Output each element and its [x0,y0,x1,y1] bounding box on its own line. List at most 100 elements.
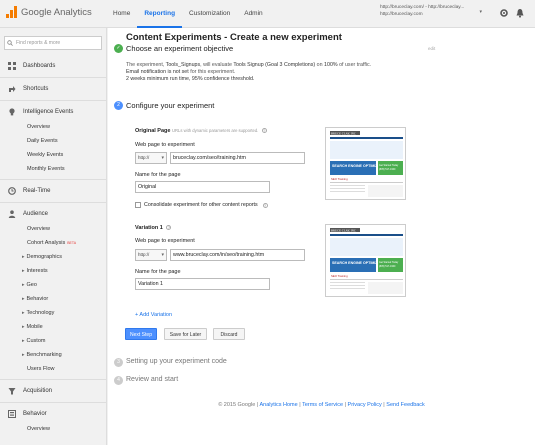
cta-text: Get Started Today [379,261,399,264]
help-icon[interactable]: ? [261,128,267,134]
acquisition-icon [8,388,16,395]
divider [0,202,106,203]
shortcut-arrow-icon [9,86,16,92]
sidebar-item-behavior[interactable]: Behavior [0,406,106,422]
cohort-label: Cohort Analysis [27,240,66,246]
sidebar-subitem-custom[interactable]: Custom [0,334,106,348]
sidebar-item-audience[interactable]: Audience [0,206,106,222]
notification-status: not set [172,69,189,75]
main-content: Content Experiments - Create a new exper… [108,28,535,445]
divider [0,100,106,101]
footer-link-feedback[interactable]: Send Feedback [386,402,425,408]
add-variation-link[interactable]: + Add Variation [135,312,172,318]
footer-link-terms[interactable]: Terms of Service [302,402,343,408]
url-label: Web page to experiment [135,238,195,244]
help-icon[interactable]: ? [166,225,172,231]
discard-button[interactable]: Discard [213,328,245,340]
original-url-input[interactable]: bruceclay.com/seo/training.htm [170,152,305,164]
caption-text: SEO Training [331,274,348,278]
text: 2 weeks minimum run time, 95% confidence… [126,76,255,82]
sidebar-subitem-benchmarking[interactable]: Benchmarking [0,348,106,362]
page-preview-image: BRUCE CLAY, INC SEARCH ENGINE OPTIMIZATI… [326,225,405,296]
variation-name-input[interactable]: Variation 1 [135,278,270,290]
sidebar-subitem-cohort-analysis[interactable]: Cohort Analysis BETA [0,236,106,250]
sidebar-item-intelligence-events[interactable]: Intelligence Events [0,104,106,120]
sidebar-item-real-time[interactable]: Real-Time [0,183,106,199]
sidebar-subitem-monthly-events[interactable]: Monthly Events [0,162,106,176]
objective-summary: The experiment, Tools_Signups, will eval… [126,62,436,83]
text: of user traffic. [339,62,372,68]
sidebar-item-dashboards[interactable]: Dashboards [0,58,106,74]
next-step-button[interactable]: Next Step [125,328,157,340]
sidebar-subitem-overview[interactable]: Overview [0,120,106,134]
protocol-select[interactable]: http:// [135,249,167,261]
sidebar-subitem-technology[interactable]: Technology [0,306,106,320]
behavior-icon [8,410,16,418]
app-name: Google Analytics [21,6,92,18]
objective-line-1: The experiment, Tools_Signups, will eval… [126,62,436,69]
variation-page-thumbnail: BRUCE CLAY, INC SEARCH ENGINE OPTIMIZATI… [325,224,406,297]
bell-icon[interactable] [515,8,525,18]
sidebar-label: Real-Time [23,188,51,194]
person-icon [8,210,16,218]
nav-customization[interactable]: Customization [182,0,237,28]
account-line-1: http://bruceclay.com/ - http://bruceclay… [380,5,465,10]
sidebar-subitem-mobile[interactable]: Mobile [0,320,106,334]
sidebar-label: Shortcuts [23,86,49,92]
protocol-select[interactable]: http:// [135,152,167,164]
experiment-name: Tools_Signups [165,62,201,68]
top-bar: Google Analytics Home Reporting Customiz… [0,0,535,28]
nav-admin[interactable]: Admin [237,0,269,28]
gear-icon[interactable] [499,8,509,18]
variation-url-input[interactable]: www.bruceclay.com/in/seo/training.htm [170,249,305,261]
nav-reporting[interactable]: Reporting [137,0,183,28]
text: Email notification is [126,69,172,75]
divider [0,77,106,78]
page-preview-image: BRUCE CLAY, INC SEARCH ENGINE OPTIMIZATI… [326,128,405,199]
page-title: Content Experiments - Create a new exper… [126,32,342,43]
traffic-percent: 100% [324,62,338,68]
google-analytics-logo[interactable]: Google Analytics [6,6,92,18]
consolidate-checkbox[interactable]: Consolidate experiment for other content… [135,202,268,208]
edit-objective-link[interactable]: edit [428,46,435,51]
sidebar-subitem-geo[interactable]: Geo [0,278,106,292]
text: The experiment, [126,62,165,68]
sidebar-item-shortcuts[interactable]: Shortcuts [0,81,106,97]
original-page-heading: Original Page URLs with dynamic paramete… [135,128,267,134]
lightbulb-icon [9,108,15,116]
step-2-title: Configure your experiment [126,101,215,110]
sidebar-subitem-behavior[interactable]: Behavior [0,292,106,306]
original-name-input[interactable]: Original [135,181,270,193]
phone-text: (805) 517-1900 [379,168,396,171]
sidebar-subitem-overview[interactable]: Overview [0,422,106,436]
text: , will evaluate [200,62,232,68]
sidebar-label: Intelligence Events [23,109,74,115]
search-input[interactable]: Find reports & more [4,36,102,50]
sidebar-subitem-overview[interactable]: Overview [0,222,106,236]
divider [0,402,106,403]
original-page-thumbnail: BRUCE CLAY, INC SEARCH ENGINE OPTIMIZATI… [325,127,406,200]
sidebar-subitem-users-flow[interactable]: Users Flow [0,362,106,376]
nav-home[interactable]: Home [106,0,137,28]
sidebar-subitem-interests[interactable]: Interests [0,264,106,278]
variation-1-heading: Variation 1 ? [135,225,172,231]
step-2-number: 2 [114,101,123,110]
name-label: Name for the page [135,269,181,275]
analytics-logo-icon [6,6,18,18]
help-icon[interactable]: ? [262,202,268,208]
sidebar-subitem-weekly-events[interactable]: Weekly Events [0,148,106,162]
sidebar-subitem-daily-events[interactable]: Daily Events [0,134,106,148]
text: for this experiment. [190,69,236,75]
sidebar-subitem-demographics[interactable]: Demographics [0,250,106,264]
account-selector[interactable]: http://bruceclay.com/ - http://bruceclay… [380,4,490,18]
footer-link-privacy[interactable]: Privacy Policy [348,402,382,408]
sidebar-item-acquisition[interactable]: Acquisition [0,383,106,399]
footer-link-analytics-home[interactable]: Analytics Home [259,402,297,408]
cta-text: Get Started Today [379,164,399,167]
sidebar-label: Acquisition [23,388,53,394]
step-4-number: 4 [114,376,123,385]
main-nav: Home Reporting Customization Admin [106,0,270,28]
save-for-later-button[interactable]: Save for Later [164,328,207,340]
sidebar-label: Audience [23,211,49,217]
text: on [316,62,323,68]
